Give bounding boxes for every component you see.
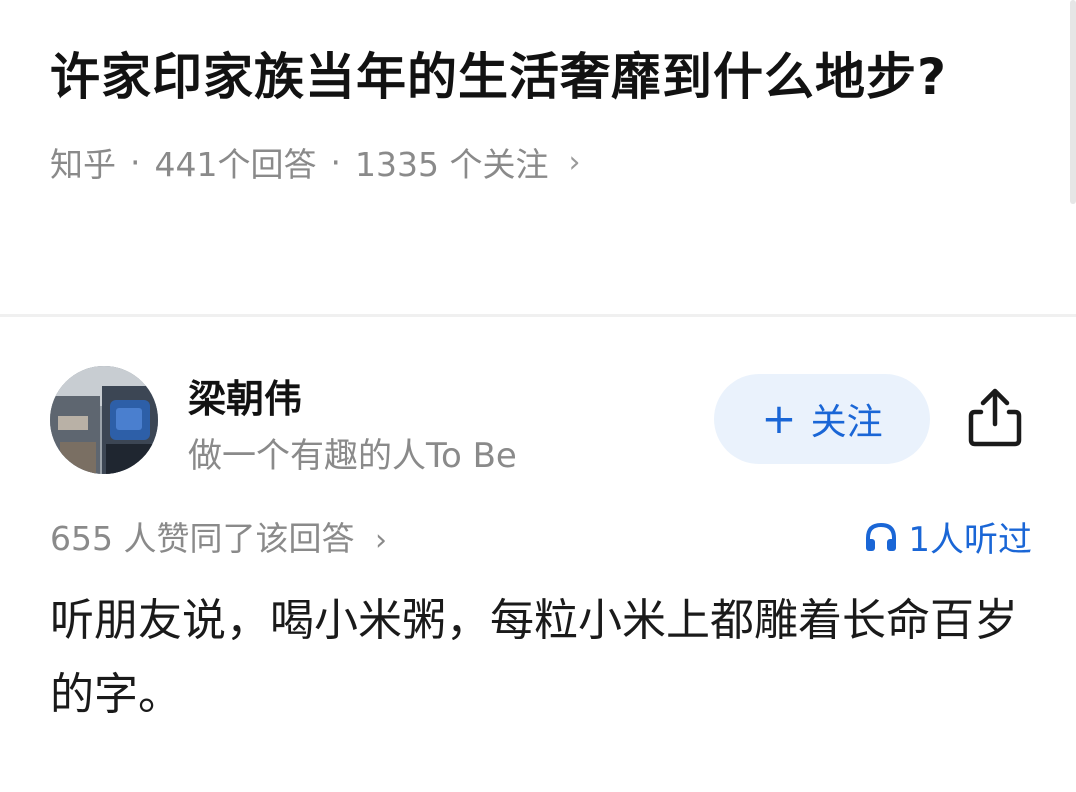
- plus-icon: +: [761, 394, 797, 443]
- share-icon[interactable]: [965, 386, 1025, 450]
- upvote-count-label: 655 人赞同了该回答: [50, 519, 355, 558]
- follow-button-label: 关注: [810, 402, 883, 443]
- answer-stats: 655 人赞同了该回答 › 1人听过: [50, 510, 1032, 560]
- question-title[interactable]: 许家印家族当年的生活奢靡到什么地步?: [50, 38, 990, 116]
- section-divider: [0, 314, 1076, 317]
- meta-separator: ·: [330, 142, 342, 182]
- avatar[interactable]: [50, 366, 158, 474]
- question-header: 许家印家族当年的生活奢靡到什么地步? 知乎 · 441个回答 · 1335 个关…: [50, 38, 990, 186]
- follower-count: 1335 个关注: [355, 145, 549, 184]
- listen-count-label: 1人听过: [908, 520, 1032, 560]
- avatar-image: [50, 366, 158, 474]
- meta-separator: ·: [130, 142, 141, 182]
- author-name[interactable]: 梁朝伟: [188, 368, 302, 423]
- author-row: 梁朝伟 做一个有趣的人To Be + 关注: [50, 366, 1030, 476]
- headphones-icon: [866, 522, 897, 551]
- question-meta[interactable]: 知乎 · 441个回答 · 1335 个关注 ›: [50, 138, 990, 186]
- answer-body[interactable]: 听朋友说，喝小米粥，每粒小米上都雕着长命百岁的字。: [50, 584, 1040, 732]
- share-icon-graphic: [968, 388, 1022, 447]
- chevron-right-icon: ›: [374, 523, 387, 558]
- scrollbar[interactable]: [1070, 0, 1076, 204]
- source-label: 知乎: [50, 145, 116, 184]
- listen-button[interactable]: 1人听过: [864, 512, 1032, 561]
- upvote-summary[interactable]: 655 人赞同了该回答 ›: [50, 512, 387, 560]
- chevron-right-icon: ›: [568, 144, 581, 180]
- follow-button[interactable]: + 关注: [714, 374, 930, 464]
- answer-count: 441个回答: [154, 145, 317, 184]
- author-bio: 做一个有趣的人To Be: [188, 436, 517, 476]
